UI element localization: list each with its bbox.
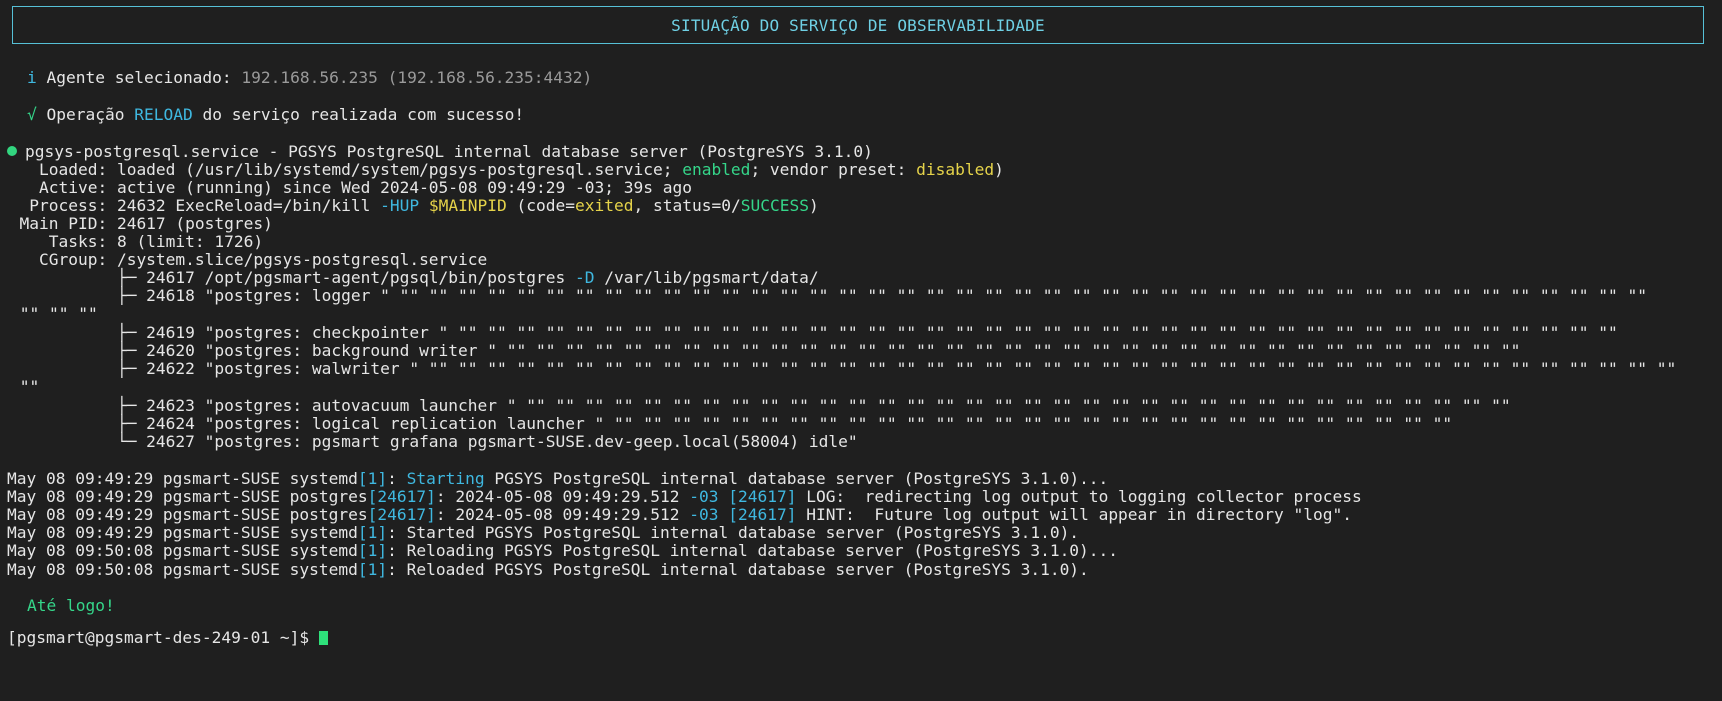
check-icon: √: [27, 105, 37, 124]
service-loaded-line: Loaded: loaded (/usr/lib/systemd/system/…: [0, 160, 1004, 180]
log-line: May 08 09:49:29 pgsmart-SUSE postgres[24…: [7, 505, 1352, 524]
prompt-text: [pgsmart@pgsmart-des-249-01 ~]$: [7, 628, 319, 647]
tree-line-24618: ├─ 24618 "postgres: logger " "" "" "" ""…: [0, 286, 1648, 305]
loaded-text: Loaded: loaded (/usr/lib/systemd/system/…: [0, 160, 683, 179]
service-tasks-line: Tasks: 8 (limit: 1726): [0, 232, 264, 251]
operation-prefix: Operação: [46, 105, 125, 124]
loaded-disabled: disabled: [916, 160, 995, 179]
shell-prompt[interactable]: [pgsmart@pgsmart-des-249-01 ~]$: [7, 628, 328, 648]
tree-line-24618-wrap: "" "" "": [10, 304, 98, 323]
tree-flag: -D: [575, 268, 595, 287]
log-line: May 08 09:50:08 pgsmart-SUSE systemd[1]:…: [7, 560, 1089, 579]
process-code: (code=: [506, 196, 576, 215]
process-mainpid: $MAINPID: [428, 196, 507, 215]
cursor-block-icon[interactable]: [318, 631, 328, 645]
operation-suffix: do serviço realizada com sucesso!: [202, 105, 525, 124]
tree-line-24623: ├─ 24623 "postgres: autovacuum launcher …: [0, 396, 1511, 415]
agent-value[interactable]: 192.168.56.235 (192.168.56.235:4432): [241, 68, 592, 87]
operation-name: RELOAD: [134, 105, 193, 124]
agent-label: Agente selecionado:: [46, 68, 232, 87]
service-title-line: pgsys-postgresql.service - PGSYS Postgre…: [7, 142, 873, 162]
active-status-dot-icon: [7, 146, 17, 156]
process-sep: [419, 196, 429, 215]
tree-line-24622: ├─ 24622 "postgres: walwriter " "" "" ""…: [0, 359, 1677, 378]
tree-line-24624: ├─ 24624 "postgres: logical replication …: [0, 414, 1453, 433]
loaded-text-2: ; vendor preset:: [750, 160, 917, 179]
status-header-title: SITUAÇÃO DO SERVIÇO DE OBSERVABILIDADE: [671, 15, 1045, 35]
tree-path: /var/lib/pgsmart/data/: [594, 268, 819, 287]
service-active-line: Active: active (running) since Wed 2024-…: [0, 178, 692, 197]
tree-line-24620: ├─ 24620 "postgres: background writer " …: [0, 341, 1521, 360]
loaded-enabled: enabled: [682, 160, 751, 179]
log-line: May 08 09:49:29 pgsmart-SUSE systemd[1]:…: [7, 523, 1080, 542]
process-exited: exited: [575, 196, 634, 215]
tree-line-24619: ├─ 24619 "postgres: checkpointer " "" ""…: [0, 323, 1618, 342]
log-line: May 08 09:49:29 pgsmart-SUSE systemd[1]:…: [7, 469, 1109, 488]
process-success: SUCCESS: [740, 196, 809, 215]
service-process-line: Process: 24632 ExecReload=/bin/kill -HUP…: [0, 196, 819, 216]
service-mainpid-line: Main PID: 24617 (postgres): [0, 214, 273, 233]
process-close: ): [808, 196, 819, 215]
operation-success-line: √ Operação RELOAD do serviço realizada c…: [27, 105, 524, 125]
service-title: pgsys-postgresql.service - PGSYS Postgre…: [25, 142, 873, 161]
tree-line-24622-wrap: "": [10, 377, 40, 396]
tree-text: ├─ 24617 /opt/pgsmart-agent/pgsql/bin/po…: [0, 268, 575, 287]
process-text: Process: 24632 ExecReload=/bin/kill: [0, 196, 381, 215]
process-hup: -HUP: [380, 196, 420, 215]
goodbye-message: Até logo!: [27, 596, 115, 615]
tree-line-24617: ├─ 24617 /opt/pgsmart-agent/pgsql/bin/po…: [0, 268, 819, 288]
loaded-text-3: ): [994, 160, 1004, 179]
status-header: SITUAÇÃO DO SERVIÇO DE OBSERVABILIDADE: [12, 6, 1704, 44]
log-line: May 08 09:49:29 pgsmart-SUSE postgres[24…: [7, 487, 1362, 506]
process-status: , status=0/: [633, 196, 741, 215]
agent-info-line: i Agente selecionado: 192.168.56.235 (19…: [27, 68, 592, 88]
service-cgroup-line: CGroup: /system.slice/pgsys-postgresql.s…: [0, 250, 488, 269]
log-line: May 08 09:50:08 pgsmart-SUSE systemd[1]:…: [7, 541, 1119, 560]
tree-line-24627: └─ 24627 "postgres: pgsmart grafana pgsm…: [0, 432, 858, 451]
info-icon: i: [27, 68, 37, 87]
